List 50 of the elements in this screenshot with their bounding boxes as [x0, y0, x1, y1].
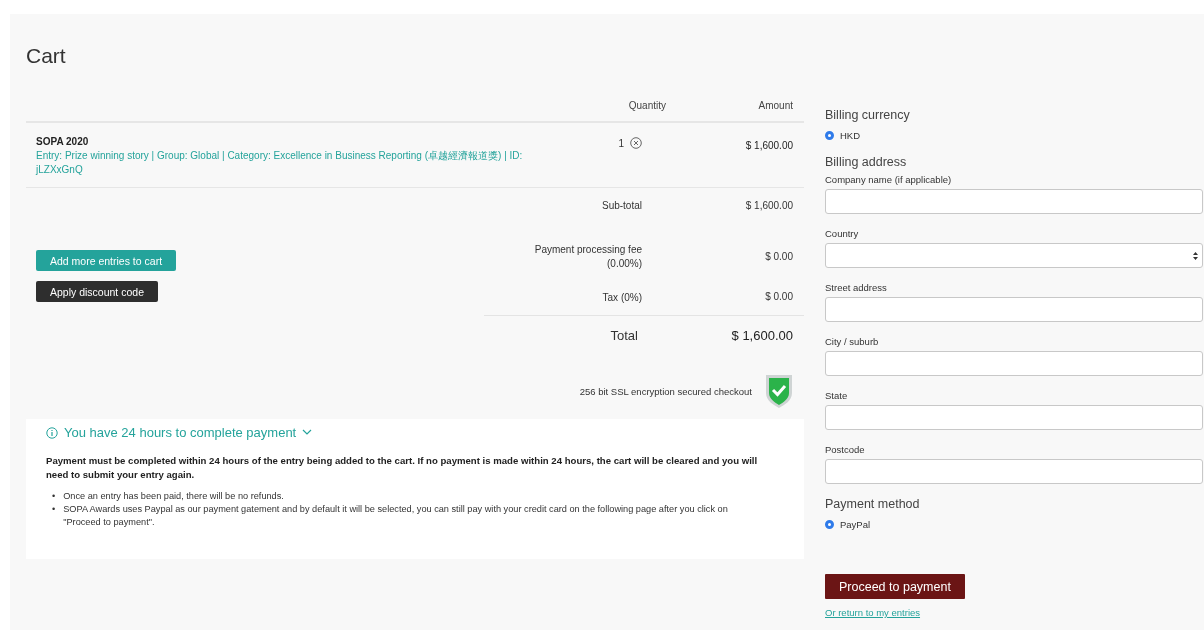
total-value: $ 1,600.00 [730, 327, 794, 343]
proceed-button[interactable]: Proceed to payment [825, 574, 965, 599]
country-select[interactable] [825, 243, 1203, 268]
input-field[interactable] [825, 297, 1203, 322]
shield-check-icon [764, 373, 794, 409]
remove-icon[interactable] [630, 137, 642, 149]
info-icon [46, 426, 58, 439]
quantity: 1 [618, 137, 624, 149]
field-label: Postcode [825, 444, 866, 455]
section-heading: Billing currency [825, 108, 911, 122]
field-label: Street address [825, 282, 888, 293]
notice-point: SOPA Awards uses Paypal as our payment gatement and by default it will be selected, you can still pay with your credit card on the following page after you click on "Proceed to payment". [63, 503, 729, 529]
bullet: • [52, 503, 56, 516]
field-label: Company name (if applicable) [825, 174, 953, 185]
discount-button[interactable]: Apply discount code [36, 281, 158, 302]
item-amount: $ 1,600.00 [744, 140, 794, 151]
fee-rate: (0.00%) [606, 257, 642, 271]
input-field[interactable] [825, 459, 1203, 484]
subtotal-label: Sub-total [600, 199, 643, 213]
fee-value: $ 0.00 [764, 290, 794, 304]
fee-label: Tax (0%) [601, 291, 642, 305]
field-label: City / suburb [825, 336, 880, 347]
input-field[interactable] [825, 405, 1203, 430]
column-header: Quantity [627, 99, 667, 113]
notice-point: Once an entry has been paid, there will be no refunds. [63, 490, 284, 503]
fee-label: Payment processing fee [533, 243, 642, 257]
subtotal-value: $ 1,600.00 [744, 199, 794, 213]
page-title: Cart [26, 44, 67, 68]
section-heading: Billing address [825, 155, 908, 169]
input-field[interactable] [825, 351, 1203, 376]
return-link[interactable]: Or return to my entries [825, 607, 921, 618]
ssl-note: 256 bit SSL encryption secured checkout [579, 385, 752, 397]
notice-toggle[interactable]: You have 24 hours to complete payment [46, 425, 313, 440]
field-label: Country [825, 228, 860, 239]
fee-value: $ 0.00 [764, 250, 794, 264]
field-label: State [825, 390, 849, 401]
add-entries-button[interactable]: Add more entries to cart [36, 250, 177, 271]
radio-label: PayPal [840, 519, 871, 530]
bullet: • [52, 490, 56, 503]
item-name: SOPA 2020 [36, 135, 90, 149]
select-arrows-icon [1193, 251, 1198, 260]
radio-button[interactable] [825, 520, 834, 529]
item-details: Entry: Prize winning story | Group: Global | Category: Excellence in Business Reporting (卓越經濟報道獎) | ID: jLZXxGnQ [36, 149, 524, 177]
section-heading: Payment method [825, 497, 921, 511]
radio-label: HKD [840, 130, 861, 141]
column-header: Amount [757, 99, 794, 113]
input-field[interactable] [825, 189, 1203, 214]
radio-button[interactable] [825, 131, 834, 140]
notice-text: Payment must be completed within 24 hours of the entry being added to the cart. If no payment is made within 24 hours, the cart will be cleared and you will need to submit your entry again. [46, 454, 759, 482]
total-label: Total [609, 327, 639, 343]
